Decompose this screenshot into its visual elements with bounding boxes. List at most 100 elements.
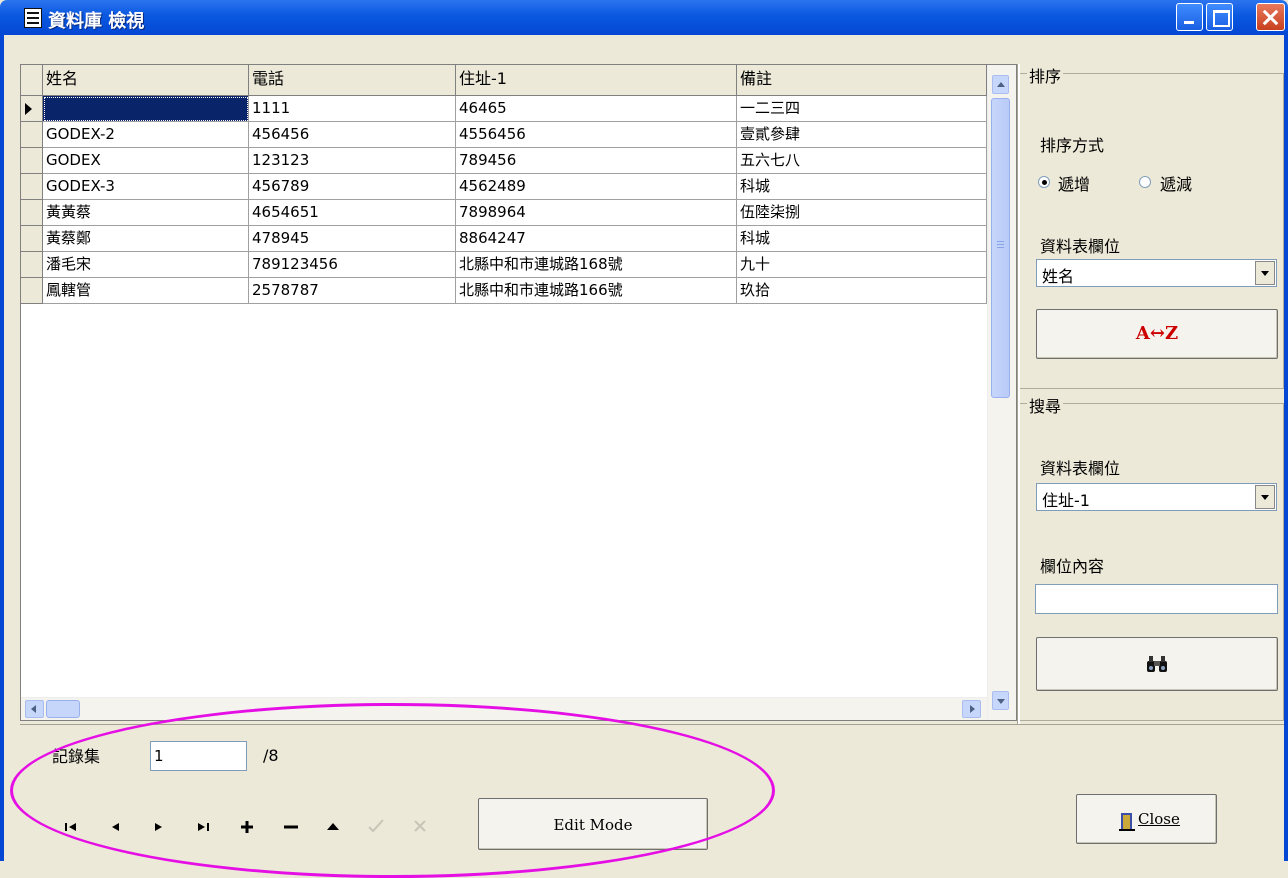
vertical-scrollbar[interactable] (987, 65, 1016, 720)
horizontal-scroll-thumb[interactable] (46, 700, 80, 718)
table-cell[interactable]: 4562489 (456, 174, 737, 200)
table-row[interactable]: 1111 46465 一二三四 (21, 96, 987, 122)
column-header-note[interactable]: 備註 (737, 65, 987, 95)
table-row[interactable]: GODEX-3 456789 4562489 科城 (21, 174, 987, 200)
sort-button-label: A↔Z (1135, 323, 1179, 344)
row-indicator[interactable] (21, 174, 43, 200)
chevron-up-icon (997, 82, 1005, 87)
search-button[interactable] (1036, 637, 1278, 691)
scroll-down-button[interactable] (992, 691, 1009, 710)
row-indicator[interactable] (21, 200, 43, 226)
row-indicator[interactable] (21, 278, 43, 304)
search-field-label: 資料表欄位 (1040, 459, 1121, 478)
window-title: 資料庫 檢視 (48, 11, 145, 32)
close-window-button[interactable] (1256, 3, 1285, 31)
table-row[interactable]: 黃黃蔡 4654651 7898964 伍陸柒捌 (21, 200, 987, 226)
sort-field-select[interactable]: 姓名 (1036, 259, 1277, 287)
table-row[interactable]: 鳳轄管 2578787 北縣中和市連城路166號 玖拾 (21, 278, 987, 304)
table-cell[interactable]: 黃蔡鄭 (43, 226, 249, 252)
grip-icon (997, 241, 1004, 242)
sort-group-label: 排序 (1027, 63, 1064, 87)
scroll-up-button[interactable] (992, 75, 1009, 94)
table-cell[interactable]: 鳳轄管 (43, 278, 249, 304)
binoculars-icon (1147, 656, 1167, 672)
table-cell[interactable]: 7898964 (456, 200, 737, 226)
sort-button[interactable]: A↔Z (1036, 309, 1278, 359)
door-icon (1119, 813, 1135, 831)
sort-desc-radio[interactable] (1139, 176, 1151, 188)
table-row[interactable]: 黃蔡鄭 478945 8864247 科城 (21, 226, 987, 252)
scroll-right-button[interactable] (962, 700, 981, 718)
chevron-left-icon (31, 705, 36, 713)
table-cell[interactable]: 456789 (249, 174, 456, 200)
table-cell[interactable]: 科城 (737, 226, 987, 252)
table-cell[interactable]: 1111 (249, 96, 456, 122)
table-cell[interactable]: 五六七八 (737, 148, 987, 174)
window-frame-right (1284, 35, 1288, 861)
highlight-ellipse (10, 703, 775, 878)
table-cell[interactable]: 北縣中和市連城路168號 (456, 252, 737, 278)
table-cell[interactable]: 黃黃蔡 (43, 200, 249, 226)
table-cell[interactable]: 789123456 (249, 252, 456, 278)
sort-asc-label[interactable]: 遞增 (1058, 171, 1090, 195)
sort-desc-label[interactable]: 遞減 (1160, 171, 1192, 195)
sort-asc-radio[interactable] (1038, 176, 1050, 188)
table-row[interactable]: 潘毛宋 789123456 北縣中和市連城路168號 九十 (21, 252, 987, 278)
close-button[interactable]: Close (1076, 794, 1217, 844)
table-cell[interactable]: 4556456 (456, 122, 737, 148)
current-row-arrow-icon (25, 103, 32, 115)
table-cell[interactable]: 123123 (249, 148, 456, 174)
chevron-right-icon (970, 705, 975, 713)
row-indicator[interactable] (21, 148, 43, 174)
vertical-scroll-thumb[interactable] (991, 98, 1010, 398)
column-header-name[interactable]: 姓名 (43, 65, 249, 95)
maximize-button[interactable] (1206, 3, 1233, 31)
row-indicator[interactable] (21, 226, 43, 252)
window-frame-left (0, 35, 4, 861)
grid-header: 姓名 電話 住址-1 備註 (21, 65, 987, 96)
title-bar[interactable] (0, 0, 1288, 35)
row-indicator[interactable] (21, 96, 43, 122)
sort-field-label: 資料表欄位 (1040, 237, 1121, 256)
table-cell[interactable]: 九十 (737, 252, 987, 278)
search-content-input[interactable] (1035, 584, 1278, 614)
data-grid[interactable]: 姓名 電話 住址-1 備註 1111 46465 一二三四 GODEX-2 45… (20, 64, 1017, 721)
table-row[interactable]: GODEX 123123 789456 五六七八 (21, 148, 987, 174)
table-cell[interactable]: 4654651 (249, 200, 456, 226)
search-group-label: 搜尋 (1027, 393, 1064, 417)
sort-field-value: 姓名 (1042, 267, 1075, 286)
row-indicator[interactable] (21, 122, 43, 148)
table-cell[interactable]: 伍陸柒捌 (737, 200, 987, 226)
table-cell[interactable]: 一二三四 (737, 96, 987, 122)
table-cell[interactable]: 456456 (249, 122, 456, 148)
row-indicator[interactable] (21, 252, 43, 278)
dropdown-arrow-icon[interactable] (1255, 485, 1275, 509)
table-cell[interactable]: 北縣中和市連城路166號 (456, 278, 737, 304)
table-cell[interactable]: GODEX (43, 148, 249, 174)
table-cell[interactable]: 玖拾 (737, 278, 987, 304)
chevron-down-icon (997, 699, 1005, 704)
table-row[interactable]: GODEX-2 456456 4556456 壹貳參肆 (21, 122, 987, 148)
search-content-label: 欄位內容 (1040, 557, 1105, 576)
scroll-left-button[interactable] (25, 700, 44, 718)
table-cell[interactable]: 壹貳參肆 (737, 122, 987, 148)
column-header-phone[interactable]: 電話 (249, 65, 456, 95)
table-cell[interactable]: GODEX-2 (43, 122, 249, 148)
header-indicator (21, 65, 43, 95)
search-field-select[interactable]: 住址-1 (1036, 483, 1277, 511)
minimize-button[interactable] (1176, 3, 1203, 31)
app-icon (24, 8, 42, 28)
table-cell[interactable]: 2578787 (249, 278, 456, 304)
table-cell[interactable]: 46465 (456, 96, 737, 122)
table-cell[interactable]: 8864247 (456, 226, 737, 252)
table-cell[interactable] (43, 96, 249, 122)
table-cell[interactable]: 潘毛宋 (43, 252, 249, 278)
dropdown-arrow-icon[interactable] (1255, 261, 1275, 285)
table-cell[interactable]: 478945 (249, 226, 456, 252)
table-cell[interactable]: GODEX-3 (43, 174, 249, 200)
table-cell[interactable]: 789456 (456, 148, 737, 174)
column-header-address[interactable]: 住址-1 (456, 65, 737, 95)
table-cell[interactable]: 科城 (737, 174, 987, 200)
sort-method-label: 排序方式 (1040, 136, 1105, 155)
search-field-value: 住址-1 (1042, 491, 1090, 510)
